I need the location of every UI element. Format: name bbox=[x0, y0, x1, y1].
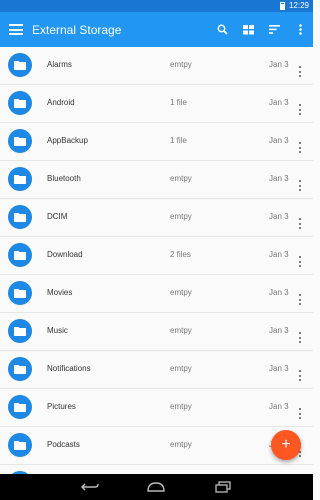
file-name: Alarms bbox=[47, 60, 72, 69]
file-date: Jan 3 bbox=[269, 364, 289, 373]
more-vert-icon[interactable] bbox=[298, 256, 302, 267]
file-row[interactable]: Pictures emtpy Jan 3 bbox=[0, 389, 313, 427]
file-count: emtpy bbox=[170, 364, 192, 373]
add-fab-button[interactable]: + bbox=[271, 430, 301, 460]
back-icon[interactable] bbox=[78, 479, 102, 495]
file-name: AppBackup bbox=[47, 136, 88, 145]
more-vert-icon[interactable] bbox=[287, 12, 313, 47]
more-vert-icon[interactable] bbox=[298, 408, 302, 419]
search-icon[interactable] bbox=[209, 12, 235, 47]
folder-icon bbox=[8, 357, 32, 381]
folder-icon bbox=[8, 167, 32, 191]
file-row[interactable]: Movies emtpy Jan 3 bbox=[0, 275, 313, 313]
file-name: Podcasts bbox=[47, 440, 80, 449]
file-date: Jan 3 bbox=[269, 288, 289, 297]
app-bar: External Storage bbox=[0, 12, 313, 47]
file-date: Jan 3 bbox=[269, 174, 289, 183]
file-count: emtpy bbox=[170, 174, 192, 183]
file-count: emtpy bbox=[170, 288, 192, 297]
folder-icon bbox=[8, 281, 32, 305]
file-row[interactable] bbox=[0, 465, 313, 474]
file-name: Pictures bbox=[47, 402, 76, 411]
file-name: Music bbox=[47, 326, 68, 335]
file-row[interactable]: AppBackup 1 file Jan 3 bbox=[0, 123, 313, 161]
file-date: Jan 3 bbox=[269, 60, 289, 69]
more-vert-icon[interactable] bbox=[298, 332, 302, 343]
home-icon[interactable] bbox=[144, 479, 168, 495]
more-vert-icon[interactable] bbox=[298, 66, 302, 77]
more-vert-icon[interactable] bbox=[298, 294, 302, 305]
file-count: emtpy bbox=[170, 440, 192, 449]
file-count: 1 file bbox=[170, 136, 187, 145]
navigation-bar bbox=[0, 474, 313, 500]
grid-view-icon[interactable] bbox=[235, 12, 261, 47]
file-name: Bluetooth bbox=[47, 174, 81, 183]
more-vert-icon[interactable] bbox=[298, 180, 302, 191]
more-vert-icon[interactable] bbox=[298, 370, 302, 381]
page-title: External Storage bbox=[32, 22, 122, 37]
file-row[interactable]: Download 2 files Jan 3 bbox=[0, 237, 313, 275]
battery-icon bbox=[279, 1, 285, 10]
more-vert-icon[interactable] bbox=[298, 218, 302, 229]
folder-icon bbox=[8, 205, 32, 229]
file-count: emtpy bbox=[170, 402, 192, 411]
file-count: emtpy bbox=[170, 60, 192, 69]
file-row[interactable]: Alarms emtpy Jan 3 bbox=[0, 47, 313, 85]
file-date: Jan 3 bbox=[269, 250, 289, 259]
file-date: Jan 3 bbox=[269, 402, 289, 411]
folder-icon bbox=[8, 53, 32, 77]
folder-icon bbox=[8, 433, 32, 457]
file-row[interactable]: Bluetooth emtpy Jan 3 bbox=[0, 161, 313, 199]
folder-icon bbox=[8, 395, 32, 419]
file-count: 1 file bbox=[170, 98, 187, 107]
folder-icon bbox=[8, 243, 32, 267]
file-row[interactable]: PodcastsemtpyJan 3 bbox=[0, 427, 313, 465]
file-row[interactable]: DCIM emtpy Jan 3 bbox=[0, 199, 313, 237]
file-count: emtpy bbox=[170, 212, 192, 221]
file-row[interactable]: Notifications emtpy Jan 3 bbox=[0, 351, 313, 389]
folder-icon bbox=[8, 91, 32, 115]
file-row[interactable]: Music emtpy Jan 3 bbox=[0, 313, 313, 351]
sort-icon[interactable] bbox=[261, 12, 287, 47]
file-list: Alarms emtpy Jan 3 Android 1 file Jan 3 AppBac… bbox=[0, 47, 313, 474]
menu-icon[interactable] bbox=[9, 24, 23, 35]
file-date: Jan 3 bbox=[269, 98, 289, 107]
file-date: Jan 3 bbox=[269, 136, 289, 145]
folder-icon bbox=[8, 129, 32, 153]
file-date: Jan 3 bbox=[269, 326, 289, 335]
file-count: emtpy bbox=[170, 326, 192, 335]
file-row[interactable]: Android 1 file Jan 3 bbox=[0, 85, 313, 123]
more-vert-icon[interactable] bbox=[298, 142, 302, 153]
status-bar: 12:29 bbox=[0, 0, 313, 12]
status-time: 12:29 bbox=[288, 1, 309, 10]
recent-apps-icon[interactable] bbox=[211, 479, 235, 495]
file-name: DCIM bbox=[47, 212, 68, 221]
file-name: Android bbox=[47, 98, 75, 107]
file-date: Jan 3 bbox=[269, 212, 289, 221]
folder-icon bbox=[8, 319, 32, 343]
file-name: Download bbox=[47, 250, 83, 259]
file-name: Notifications bbox=[47, 364, 91, 373]
file-name: Movies bbox=[47, 288, 73, 297]
more-vert-icon[interactable] bbox=[298, 104, 302, 115]
file-count: 2 files bbox=[170, 250, 191, 259]
